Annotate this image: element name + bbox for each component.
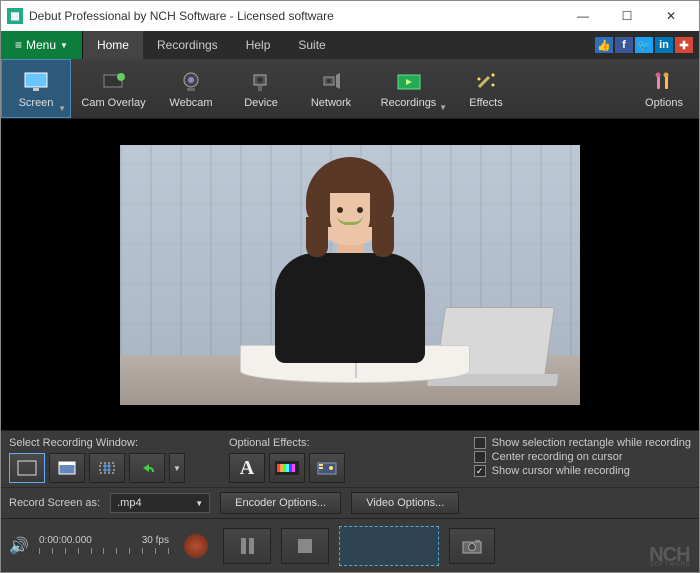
hamburger-icon: ≡: [15, 38, 22, 52]
encoder-options-button[interactable]: Encoder Options...: [220, 492, 341, 514]
time-display: 0:00:00.000: [39, 535, 92, 546]
check-label: Show cursor while recording: [492, 465, 630, 477]
toolbar-webcam[interactable]: Webcam: [156, 59, 226, 118]
record-button[interactable]: [179, 529, 213, 563]
linkedin-icon[interactable]: in: [655, 37, 673, 53]
check-label: Center recording on cursor: [492, 451, 623, 463]
toolbar-recordings[interactable]: Recordings ▼: [366, 59, 451, 118]
cam-overlay-icon: [100, 69, 128, 95]
window-mode-dropdown[interactable]: ▼: [169, 453, 185, 483]
main-toolbar: Screen ▼ Cam Overlay Webcam Device Netwo…: [1, 59, 699, 119]
monitor-icon: [22, 69, 50, 95]
nch-logo: NCHSOFTWARE: [649, 547, 691, 568]
video-options-button[interactable]: Video Options...: [351, 492, 459, 514]
toolbar-label: Device: [244, 97, 278, 109]
tab-recordings[interactable]: Recordings: [143, 31, 232, 59]
maximize-button[interactable]: ☐: [605, 2, 649, 30]
toolbar-label: Recordings: [381, 97, 437, 109]
device-icon: [247, 69, 275, 95]
chevron-down-icon: ▼: [58, 104, 66, 113]
record-icon: [184, 534, 208, 558]
menu-bar: ≡ Menu ▼ Home Recordings Help Suite 👍 f …: [1, 31, 699, 59]
preview-area: [1, 119, 699, 430]
preview-image: [120, 145, 580, 405]
toolbar-label: Network: [311, 97, 351, 109]
network-icon: [317, 69, 345, 95]
recordings-icon: [395, 69, 423, 95]
record-as-label: Record Screen as:: [9, 497, 100, 509]
effects-label: Optional Effects:: [229, 437, 345, 449]
options-panel: Select Recording Window: ▼ Optional Effe…: [1, 430, 699, 487]
like-icon[interactable]: 👍: [595, 37, 613, 53]
effect-watermark[interactable]: [309, 453, 345, 483]
check-show-selection[interactable]: Show selection rectangle while recording: [474, 437, 691, 449]
snapshot-button[interactable]: [449, 528, 495, 564]
check-label: Show selection rectangle while recording: [492, 437, 691, 449]
toolbar-label: Webcam: [169, 97, 212, 109]
chevron-down-icon: ▼: [195, 499, 203, 508]
toolbar-label: Cam Overlay: [81, 97, 145, 109]
toolbar-label: Screen: [19, 97, 54, 109]
toolbar-options[interactable]: Options: [629, 59, 699, 118]
effect-color[interactable]: [269, 453, 305, 483]
chevron-down-icon: ▼: [173, 464, 181, 473]
check-show-cursor[interactable]: ✓Show cursor while recording: [474, 465, 691, 477]
window-mode-back[interactable]: [129, 453, 165, 483]
speaker-icon[interactable]: 🔊: [9, 536, 29, 556]
close-button[interactable]: ✕: [649, 2, 693, 30]
window-mode-window[interactable]: [49, 453, 85, 483]
app-icon: ▦: [7, 8, 23, 24]
effect-text[interactable]: A: [229, 453, 265, 483]
format-select[interactable]: .mp4 ▼: [110, 493, 210, 513]
effects-icon: [472, 69, 500, 95]
fps-display: 30 fps: [142, 535, 169, 546]
format-panel: Record Screen as: .mp4 ▼ Encoder Options.…: [1, 487, 699, 518]
share-icon[interactable]: ✚: [675, 37, 693, 53]
menu-label: Menu: [26, 38, 56, 52]
format-value: .mp4: [117, 497, 141, 509]
tab-suite[interactable]: Suite: [284, 31, 339, 59]
window-mode-region[interactable]: [89, 453, 125, 483]
toolbar-device[interactable]: Device: [226, 59, 296, 118]
toolbar-effects[interactable]: Effects: [451, 59, 521, 118]
twitter-icon[interactable]: 🐦: [635, 37, 653, 53]
control-bar: 🔊 0:00:00.000 30 fps NCHSOFTWARE: [1, 518, 699, 572]
timeline[interactable]: [39, 548, 169, 556]
check-center-cursor[interactable]: Center recording on cursor: [474, 451, 691, 463]
chevron-down-icon: ▼: [439, 103, 447, 112]
toolbar-label: Options: [645, 97, 683, 109]
tab-help[interactable]: Help: [232, 31, 285, 59]
options-icon: [650, 69, 678, 95]
stop-button[interactable]: [281, 528, 329, 564]
facebook-icon[interactable]: f: [615, 37, 633, 53]
toolbar-network[interactable]: Network: [296, 59, 366, 118]
window-title: Debut Professional by NCH Software - Lic…: [29, 9, 561, 23]
social-icons: 👍 f 🐦 in ✚: [595, 31, 699, 59]
pause-button[interactable]: [223, 528, 271, 564]
select-window-label: Select Recording Window:: [9, 437, 185, 449]
webcam-icon: [177, 69, 205, 95]
chevron-down-icon: ▼: [60, 41, 68, 50]
toolbar-screen[interactable]: Screen ▼: [1, 59, 71, 118]
toolbar-cam-overlay[interactable]: Cam Overlay: [71, 59, 156, 118]
window-mode-fullscreen[interactable]: [9, 453, 45, 483]
menu-button[interactable]: ≡ Menu ▼: [1, 31, 83, 59]
capture-preview[interactable]: [339, 526, 439, 566]
minimize-button[interactable]: —: [561, 2, 605, 30]
tab-home[interactable]: Home: [83, 31, 143, 59]
toolbar-label: Effects: [469, 97, 502, 109]
title-bar: ▦ Debut Professional by NCH Software - L…: [1, 1, 699, 31]
